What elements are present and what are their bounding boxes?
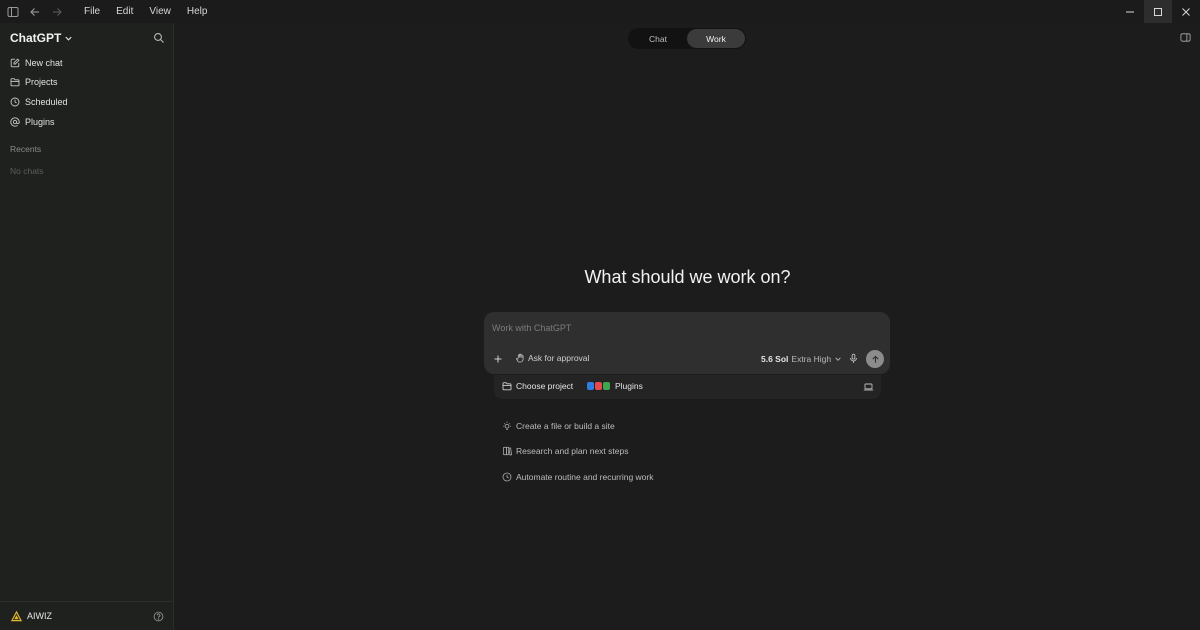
clock-icon xyxy=(10,97,20,107)
model-effort-level: Extra High xyxy=(791,354,832,364)
laptop-icon[interactable] xyxy=(863,382,874,392)
menu-edit[interactable]: Edit xyxy=(108,0,141,23)
search-icon[interactable] xyxy=(153,32,165,44)
account-name: AIWIZ xyxy=(27,611,52,621)
book-icon xyxy=(503,447,512,456)
menu-file[interactable]: File xyxy=(76,0,108,23)
suggestion-label: Research and plan next steps xyxy=(516,446,629,457)
account-footer[interactable]: AIWIZ xyxy=(0,601,174,630)
side-panel-toggle-icon[interactable] xyxy=(1180,32,1191,43)
suggestion-automate[interactable]: Automate routine and recurring work xyxy=(502,464,654,490)
title-bar: File Edit View Help xyxy=(0,0,1200,23)
suggestion-label: Create a file or build a site xyxy=(516,420,615,431)
mode-toggle: Chat Work xyxy=(628,28,746,49)
edit-icon xyxy=(10,58,20,68)
folder-icon xyxy=(502,382,512,391)
approval-mode-button[interactable]: Ask for approval xyxy=(515,353,589,363)
suggestion-list: Create a file or build a site Research a… xyxy=(502,413,654,490)
back-arrow-icon[interactable] xyxy=(24,0,46,23)
page-title: What should we work on? xyxy=(584,267,791,287)
sidebar-item-scheduled[interactable]: Scheduled xyxy=(0,92,174,112)
app-title: ChatGPT xyxy=(10,31,62,45)
plugin-app-icon xyxy=(603,382,610,390)
model-name: 5.6 Sol xyxy=(761,354,789,364)
maximize-button[interactable] xyxy=(1144,0,1172,23)
forward-arrow-icon[interactable] xyxy=(46,0,68,23)
lightbulb-icon xyxy=(503,421,511,430)
sidebar-toggle-icon[interactable] xyxy=(2,0,24,23)
clock-icon xyxy=(502,472,512,482)
hand-icon xyxy=(516,353,524,363)
close-button[interactable] xyxy=(1172,0,1200,23)
brand-logo-icon xyxy=(11,610,22,621)
plugin-app-icon xyxy=(595,382,602,390)
sidebar-nav: New chat Projects Scheduled Plugins xyxy=(0,53,174,131)
help-icon[interactable] xyxy=(153,611,164,622)
project-bar: Choose project Plugins xyxy=(494,375,881,399)
microphone-icon[interactable] xyxy=(848,353,859,364)
menu-bar: File Edit View Help xyxy=(76,0,215,23)
recents-heading: Recents xyxy=(10,144,42,154)
choose-project-label: Choose project xyxy=(516,381,574,391)
main-area: Chat Work What should we work on? Ask fo… xyxy=(175,23,1200,630)
empty-recents-text: No chats xyxy=(10,166,44,176)
app-switcher[interactable]: ChatGPT xyxy=(10,31,73,45)
chevron-down-icon xyxy=(835,357,841,361)
send-button[interactable] xyxy=(866,350,884,368)
sidebar-item-label: Plugins xyxy=(25,116,55,127)
window-controls xyxy=(1116,0,1200,23)
menu-view[interactable]: View xyxy=(141,0,179,23)
sidebar-item-plugins[interactable]: Plugins xyxy=(0,112,174,132)
minimize-button[interactable] xyxy=(1116,0,1144,23)
sidebar-item-label: New chat xyxy=(25,57,63,68)
plugin-app-icon xyxy=(587,382,594,390)
sidebar-item-label: Projects xyxy=(25,77,58,88)
approval-label: Ask for approval xyxy=(528,353,590,363)
suggestion-label: Automate routine and recurring work xyxy=(516,471,654,482)
prompt-input[interactable] xyxy=(492,321,872,335)
suggestion-create-file[interactable]: Create a file or build a site xyxy=(502,413,654,439)
tab-work[interactable]: Work xyxy=(687,29,745,48)
at-icon xyxy=(10,116,20,127)
sidebar: ChatGPT New chat Projects Scheduled Plug… xyxy=(0,23,174,630)
menu-help[interactable]: Help xyxy=(179,0,216,23)
chevron-down-icon xyxy=(65,36,72,41)
folder-icon xyxy=(10,78,20,87)
plugins-label: Plugins xyxy=(615,381,643,391)
sidebar-item-new-chat[interactable]: New chat xyxy=(0,53,174,73)
model-selector[interactable]: 5.6 Sol Extra High xyxy=(761,354,842,364)
choose-project-button[interactable]: Choose project xyxy=(502,381,573,391)
sidebar-item-label: Scheduled xyxy=(25,96,68,107)
arrow-up-icon xyxy=(871,355,879,363)
suggestion-research[interactable]: Research and plan next steps xyxy=(502,439,654,465)
composer: Ask for approval 5.6 Sol Extra High xyxy=(484,312,890,374)
tab-chat[interactable]: Chat xyxy=(629,29,687,48)
plugins-button[interactable]: Plugins xyxy=(587,381,643,391)
plus-icon[interactable] xyxy=(493,354,503,364)
sidebar-item-projects[interactable]: Projects xyxy=(0,73,174,93)
